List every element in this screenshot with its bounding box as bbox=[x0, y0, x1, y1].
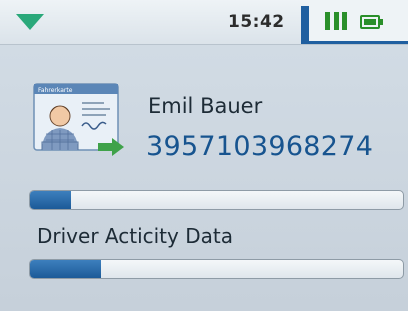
clock: 15:42 bbox=[228, 12, 285, 32]
progress-bar-activity bbox=[29, 259, 404, 279]
driver-card-icon: Fahrerkarte bbox=[33, 83, 124, 156]
card-title-text: Fahrerkarte bbox=[38, 87, 73, 94]
progress-fill-activity bbox=[30, 260, 101, 278]
signal-bars-icon bbox=[325, 12, 347, 30]
status-bar: 15:42 bbox=[0, 0, 408, 45]
card-number: 3957103968274 bbox=[146, 131, 374, 162]
battery-icon bbox=[360, 15, 383, 29]
progress-fill-top bbox=[30, 191, 72, 209]
screen: 15:42 Fahrerkarte Emil Bauer 39571039682… bbox=[0, 0, 408, 311]
triangle-down-icon[interactable] bbox=[16, 14, 44, 30]
status-divider bbox=[301, 6, 309, 44]
activity-label: Driver Acticity Data bbox=[37, 224, 233, 248]
driver-name: Emil Bauer bbox=[148, 94, 263, 118]
progress-bar-top bbox=[29, 190, 404, 210]
status-icons bbox=[309, 0, 408, 44]
